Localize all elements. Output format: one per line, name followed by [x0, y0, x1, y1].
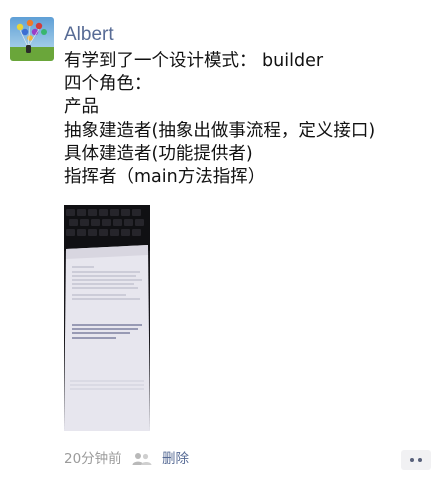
moments-post: Albert 有学到了一个设计模式： builder 四个角色： 产品 抽象建造…: [0, 0, 441, 482]
post-text-line: 指挥者（main方法指挥）: [64, 167, 266, 188]
avatar[interactable]: [10, 17, 54, 61]
post-timestamp: 20分钟前: [64, 451, 122, 467]
post-text-line: 产品: [64, 97, 99, 118]
dot: [410, 458, 414, 462]
photo-of-printed-document: [64, 205, 150, 431]
delete-button[interactable]: 删除: [162, 450, 189, 468]
username[interactable]: Albert: [64, 22, 114, 48]
avatar-image: [10, 17, 54, 61]
dot: [418, 458, 422, 462]
post-text-line: 有学到了一个设计模式： builder: [64, 51, 324, 71]
more-dots-icon[interactable]: [401, 450, 431, 470]
post-text: 有学到了一个设计模式： builder 四个角色： 产品 抽象建造者(抽象出做事…: [64, 50, 434, 189]
post-text-line: 抽象建造者(抽象出做事流程，定义接口): [64, 120, 376, 141]
post-photo[interactable]: [64, 205, 150, 431]
friends-icon: [132, 453, 152, 465]
post-text-line: 四个角色：: [64, 74, 152, 95]
post-text-line: 具体建造者(功能提供者): [64, 143, 253, 164]
